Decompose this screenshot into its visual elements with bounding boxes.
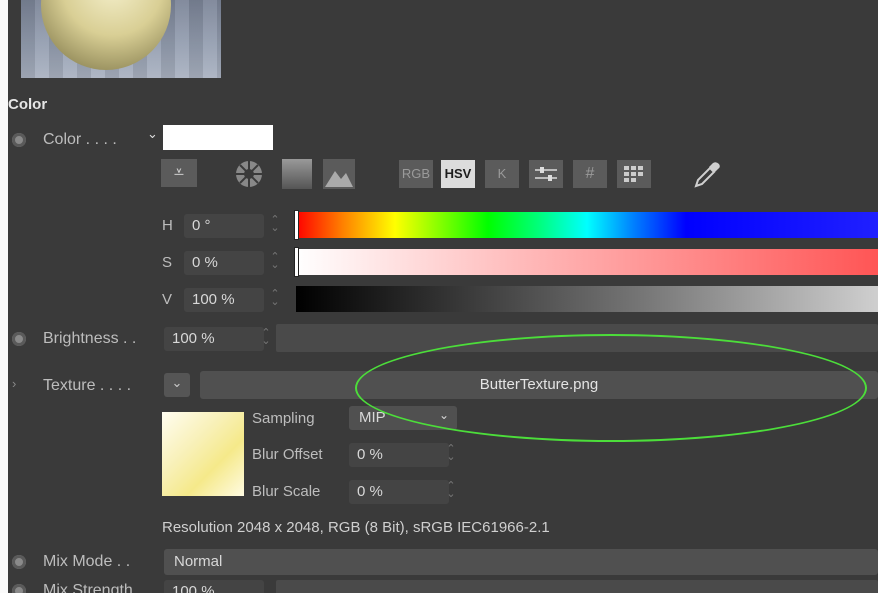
color-animate-radio[interactable]	[12, 133, 26, 147]
material-preview	[21, 0, 221, 78]
brightness-label: Brightness . .	[43, 330, 137, 347]
saturation-gradient-slider[interactable]	[296, 249, 878, 275]
preview-sphere	[41, 0, 171, 70]
texture-expand-arrow-icon[interactable]: ›	[12, 376, 16, 391]
saturation-slider-handle[interactable]	[294, 247, 299, 277]
value-label: V	[162, 291, 173, 308]
blur-offset-label: Blur Offset	[252, 446, 323, 463]
texture-thumbnail	[162, 412, 244, 496]
blur-scale-input[interactable]: 0 %	[349, 480, 449, 504]
mix-strength-animate-radio[interactable]	[12, 584, 26, 593]
saturation-label: S	[162, 254, 173, 271]
highlight-ellipse-annotation	[355, 334, 867, 442]
image-picker-icon[interactable]	[323, 159, 355, 189]
value-input[interactable]: 100 %	[184, 288, 264, 312]
mix-strength-input[interactable]: 100 %	[164, 580, 264, 593]
sampling-label: Sampling	[252, 410, 315, 427]
texture-label: Texture . . . .	[43, 377, 132, 394]
value-gradient-slider[interactable]	[296, 286, 878, 312]
color-chevron-icon[interactable]: ⌄	[147, 126, 158, 142]
saturation-spinner[interactable]: ⌃ ⌄	[270, 252, 280, 271]
color-wheel-icon[interactable]	[234, 159, 264, 189]
hue-label: H	[162, 217, 173, 234]
material-color-panel: Color Color . . . . ⌄ ⩡ RGB HSV K # H 0 …	[8, 0, 878, 593]
color-label: Color . . . .	[43, 131, 117, 148]
color-swatch[interactable]	[163, 125, 273, 150]
brightness-spinner[interactable]: ⌃ ⌄	[261, 328, 271, 347]
texture-menu-chevron-icon[interactable]: ⌄	[164, 373, 190, 397]
mix-strength-label: Mix Strength	[43, 582, 133, 593]
kelvin-mode-button[interactable]: K	[485, 160, 519, 188]
eyedropper-icon[interactable]	[692, 160, 722, 190]
mix-mode-label: Mix Mode . .	[43, 553, 131, 570]
mixer-icon[interactable]	[529, 160, 563, 188]
hsv-mode-button[interactable]: HSV	[441, 160, 475, 188]
hue-gradient-slider[interactable]	[296, 212, 878, 238]
hue-input[interactable]: 0 °	[184, 214, 264, 238]
mix-strength-slider[interactable]	[276, 580, 878, 593]
value-spinner[interactable]: ⌃ ⌄	[270, 289, 280, 308]
brightness-input[interactable]: 100 %	[164, 327, 264, 351]
mix-mode-dropdown[interactable]: Normal	[164, 549, 878, 575]
texture-resolution-info: Resolution 2048 x 2048, RGB (8 Bit), sRG…	[162, 519, 550, 536]
blur-offset-input[interactable]: 0 %	[349, 443, 449, 467]
collapse-icon[interactable]: ⩡	[161, 159, 197, 187]
swatches-icon[interactable]	[617, 160, 651, 188]
hex-mode-button[interactable]: #	[573, 160, 607, 188]
blur-offset-spinner[interactable]: ⌃ ⌄	[446, 444, 456, 463]
hue-spinner[interactable]: ⌃ ⌄	[270, 215, 280, 234]
blur-scale-spinner[interactable]: ⌃ ⌄	[446, 481, 456, 500]
section-title: Color	[8, 96, 48, 113]
rgb-mode-button[interactable]: RGB	[399, 160, 433, 188]
saturation-input[interactable]: 0 %	[184, 251, 264, 275]
blur-scale-label: Blur Scale	[252, 483, 321, 500]
brightness-animate-radio[interactable]	[12, 332, 26, 346]
spectrum-icon[interactable]	[282, 159, 312, 189]
mix-mode-animate-radio[interactable]	[12, 555, 26, 569]
hue-slider-handle[interactable]	[294, 210, 299, 240]
